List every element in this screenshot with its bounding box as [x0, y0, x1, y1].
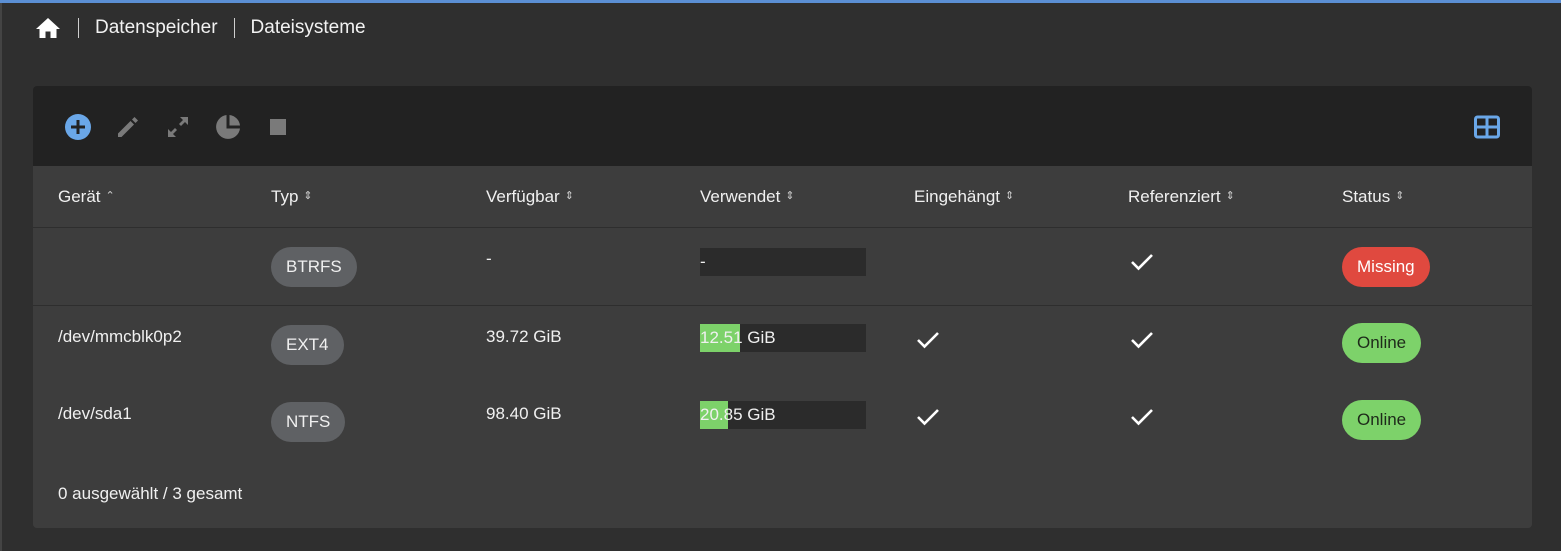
- breadcrumb-datenspeicher[interactable]: Datenspeicher: [95, 17, 218, 39]
- available-cell: 39.72 GiB: [486, 327, 562, 346]
- top-accent-line: [0, 0, 1561, 3]
- table-layout-icon[interactable]: [1472, 112, 1502, 142]
- used-value: 12.51 GiB: [700, 328, 776, 347]
- check-icon: [916, 309, 940, 371]
- pencil-icon[interactable]: [113, 112, 143, 142]
- used-cell: -: [700, 231, 866, 293]
- column-header-eingehaengt[interactable]: Eingehängt ⇕: [914, 166, 1014, 227]
- status-badge: Online: [1342, 323, 1422, 363]
- breadcrumb-separator: [78, 18, 79, 38]
- used-cell: 20.85 GiB: [700, 384, 866, 446]
- left-border: [0, 3, 2, 551]
- available-cell: -: [486, 249, 492, 268]
- home-icon[interactable]: [34, 14, 62, 42]
- column-header-verwendet[interactable]: Verwendet ⇕: [700, 166, 795, 227]
- type-cell: NTFS: [271, 391, 346, 453]
- stop-icon[interactable]: [263, 112, 293, 142]
- usage-bar: 20.85 GiB: [700, 401, 866, 429]
- pie-chart-icon[interactable]: [213, 112, 243, 142]
- sort-icon: ⇕: [564, 190, 574, 202]
- device-cell: /dev/mmcblk0p2: [58, 327, 182, 346]
- sort-icon: ⇕: [303, 190, 313, 202]
- type-chip: NTFS: [271, 402, 346, 442]
- sort-icon: ⇕: [1225, 190, 1235, 202]
- plus-circle-icon[interactable]: [63, 112, 93, 142]
- status-badge: Online: [1342, 400, 1422, 440]
- breadcrumb-separator: [233, 18, 235, 38]
- column-label: Referenziert: [1128, 186, 1221, 206]
- used-value: -: [700, 252, 706, 271]
- column-label: Typ: [271, 186, 299, 206]
- breadcrumb: Datenspeicher Dateisysteme: [34, 12, 366, 44]
- type-cell: BTRFS: [271, 236, 357, 298]
- column-header-typ[interactable]: Typ ⇕: [271, 166, 313, 227]
- usage-bar: 12.51 GiB: [700, 324, 866, 352]
- column-header-verfuegbar[interactable]: Verfügbar ⇕: [486, 166, 574, 227]
- check-icon: [1130, 231, 1154, 293]
- column-label: Status: [1342, 186, 1391, 206]
- sort-icon: ⇕: [1005, 190, 1015, 202]
- column-label: Verwendet: [700, 186, 781, 206]
- column-header-geraet[interactable]: Gerät ⌃: [58, 166, 115, 227]
- table-row[interactable]: /dev/sda1 NTFS 98.40 GiB 20.85 GiB Onlin…: [33, 383, 1532, 461]
- status-cell: Missing: [1342, 236, 1430, 298]
- status-cell: Online: [1342, 389, 1422, 451]
- breadcrumb-dateisysteme[interactable]: Dateisysteme: [251, 17, 366, 39]
- table-header: Gerät ⌃ Typ ⇕ Verfügbar ⇕ Verwendet ⇕ Ei…: [33, 166, 1532, 228]
- used-cell: 12.51 GiB: [700, 307, 866, 369]
- table-footer: 0 ausgewählt / 3 gesamt: [33, 460, 1532, 528]
- type-chip: BTRFS: [271, 247, 357, 287]
- available-cell: 98.40 GiB: [486, 404, 562, 423]
- check-icon: [1130, 386, 1154, 448]
- usage-bar: -: [700, 248, 866, 276]
- column-header-referenziert[interactable]: Referenziert ⇕: [1128, 166, 1235, 227]
- column-label: Verfügbar: [486, 186, 560, 206]
- status-badge: Missing: [1342, 247, 1430, 287]
- column-header-status[interactable]: Status ⇕: [1342, 166, 1404, 227]
- selection-summary: 0 ausgewählt / 3 gesamt: [58, 484, 243, 503]
- filesystems-panel: Gerät ⌃ Typ ⇕ Verfügbar ⇕ Verwendet ⇕ Ei…: [33, 86, 1532, 528]
- status-cell: Online: [1342, 312, 1422, 374]
- toolbar: [33, 86, 1532, 166]
- column-label: Gerät: [58, 186, 101, 206]
- expand-icon[interactable]: [163, 112, 193, 142]
- type-cell: EXT4: [271, 314, 344, 376]
- column-label: Eingehängt: [914, 186, 1001, 206]
- device-cell: /dev/sda1: [58, 404, 132, 423]
- table-row[interactable]: /dev/mmcblk0p2 EXT4 39.72 GiB 12.51 GiB …: [33, 306, 1532, 384]
- used-value: 20.85 GiB: [700, 405, 776, 424]
- table-row[interactable]: BTRFS - - Missing: [33, 228, 1532, 306]
- check-icon: [916, 386, 940, 448]
- sort-icon: ⇕: [785, 190, 795, 202]
- type-chip: EXT4: [271, 325, 344, 365]
- sort-ascending-icon: ⌃: [105, 190, 115, 202]
- check-icon: [1130, 309, 1154, 371]
- sort-icon: ⇕: [1395, 190, 1405, 202]
